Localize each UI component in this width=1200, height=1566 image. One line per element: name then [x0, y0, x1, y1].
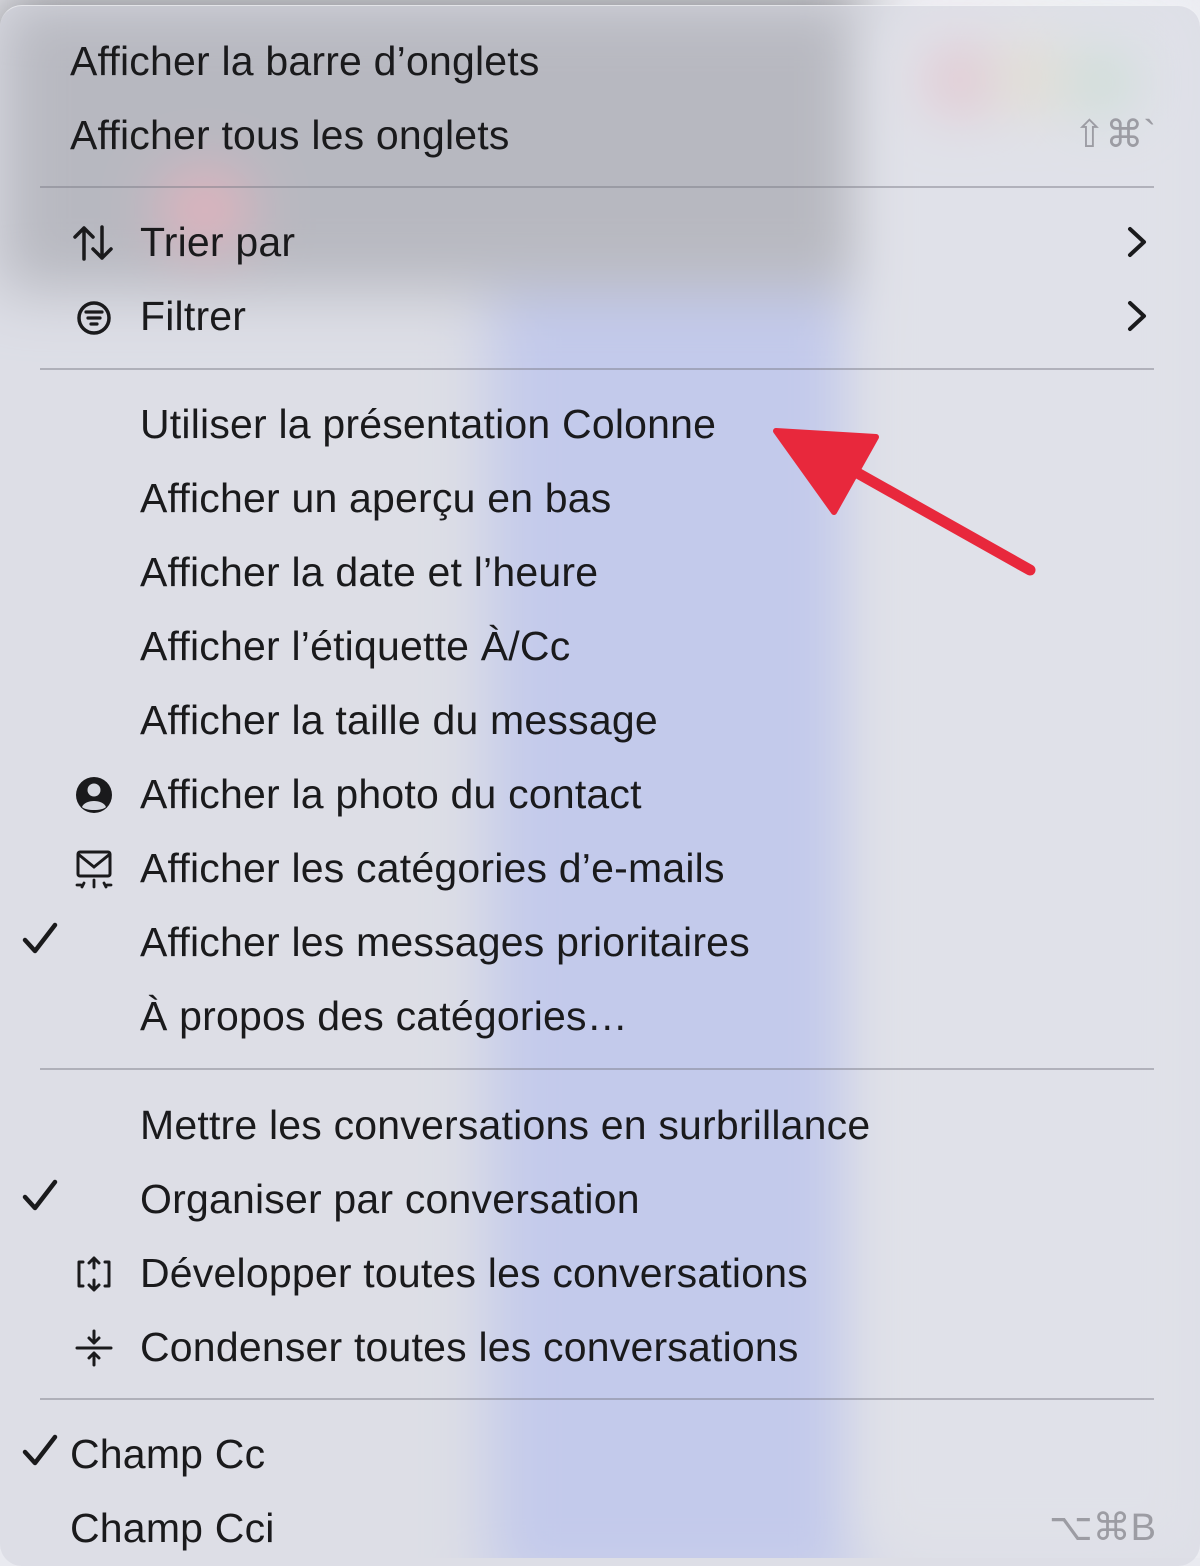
menu-item-show-mail-categories[interactable]: Afficher les catégories d’e-mails: [0, 831, 1200, 905]
menu-item-show-message-size[interactable]: Afficher la taille du message: [0, 683, 1200, 757]
menu-item-label: Afficher l’étiquette À/Cc: [140, 623, 571, 669]
menu-item-organize-by-conversation[interactable]: Organiser par conversation: [0, 1162, 1200, 1236]
menu-item-label: Développer toutes les conversations: [140, 1250, 808, 1296]
menu-item-label: Afficher la barre d’onglets: [70, 38, 540, 84]
menu-item-label: Filtrer: [140, 293, 247, 339]
menu-item-preview-bottom[interactable]: Afficher un aperçu en bas: [0, 461, 1200, 535]
menu-item-show-date-time[interactable]: Afficher la date et l’heure: [0, 535, 1200, 609]
expand-icon: [77, 1256, 111, 1292]
menu-item-label: Afficher les catégories d’e-mails: [140, 845, 725, 891]
chevron-right-icon: [1128, 301, 1146, 331]
menu-item-label: Organiser par conversation: [140, 1176, 640, 1222]
menu-item-label: Afficher la taille du message: [140, 697, 658, 743]
separator: [40, 1398, 1154, 1400]
collapse-icon: [75, 1329, 113, 1367]
menu-item-sort-by[interactable]: Trier par: [0, 205, 1200, 279]
menu-item-cc-field[interactable]: Champ Cc: [0, 1417, 1200, 1491]
mail-categories-icon: [75, 850, 113, 889]
menu-item-label: À propos des catégories…: [140, 993, 628, 1039]
menu-item-filter[interactable]: Filtrer: [0, 279, 1200, 353]
view-context-menu: Afficher la barre d’onglets Afficher tou…: [0, 5, 1200, 1566]
checkmark-icon: [22, 1179, 58, 1211]
separator: [40, 186, 1154, 188]
menu-item-label: Afficher tous les onglets: [70, 112, 510, 158]
menu-item-bcc-field[interactable]: Champ Cci ⌥⌘B: [0, 1491, 1200, 1565]
menu-item-about-categories[interactable]: À propos des catégories…: [0, 979, 1200, 1053]
separator: [40, 368, 1154, 370]
sort-arrows-icon: [73, 225, 113, 261]
menu-item-show-priority-messages[interactable]: Afficher les messages prioritaires: [0, 905, 1200, 979]
menu-item-show-to-cc-label[interactable]: Afficher l’étiquette À/Cc: [0, 609, 1200, 683]
checkmark-icon: [22, 1434, 58, 1466]
menu-item-show-contact-photo[interactable]: Afficher la photo du contact: [0, 757, 1200, 831]
menu-item-show-tab-bar[interactable]: Afficher la barre d’onglets: [0, 24, 1200, 98]
menu-item-label: Utiliser la présentation Colonne: [140, 401, 717, 447]
menu-item-collapse-all-conversations[interactable]: Condenser toutes les conversations: [0, 1310, 1200, 1384]
menu-item-label: Afficher les messages prioritaires: [140, 919, 750, 965]
menu-item-highlight-conversations[interactable]: Mettre les conversations en surbrillance: [0, 1088, 1200, 1162]
menu-item-label: Champ Cc: [70, 1431, 266, 1477]
separator: [40, 1068, 1154, 1070]
filter-icon: [77, 301, 111, 335]
menu-item-label: Afficher un aperçu en bas: [140, 475, 612, 521]
menu-item-label: Mettre les conversations en surbrillance: [140, 1102, 871, 1148]
menu-item-label: Afficher la date et l’heure: [140, 549, 599, 595]
menu-item-expand-all-conversations[interactable]: Développer toutes les conversations: [0, 1236, 1200, 1310]
keyboard-shortcut: ⌥⌘B: [1048, 1507, 1156, 1549]
menu-item-label: Condenser toutes les conversations: [140, 1324, 799, 1370]
menu-item-show-all-tabs[interactable]: Afficher tous les onglets ⇧⌘`: [0, 98, 1200, 172]
menu-item-label: Afficher la photo du contact: [140, 771, 642, 817]
menu-item-label: Champ Cci: [70, 1505, 275, 1551]
checkmark-icon: [22, 922, 58, 954]
keyboard-shortcut: ⇧⌘`: [1073, 114, 1157, 156]
menu-item-label: Trier par: [140, 219, 296, 265]
menu-item-column-layout[interactable]: Utiliser la présentation Colonne: [0, 387, 1200, 461]
chevron-right-icon: [1128, 227, 1146, 257]
contact-photo-icon: [76, 777, 112, 813]
